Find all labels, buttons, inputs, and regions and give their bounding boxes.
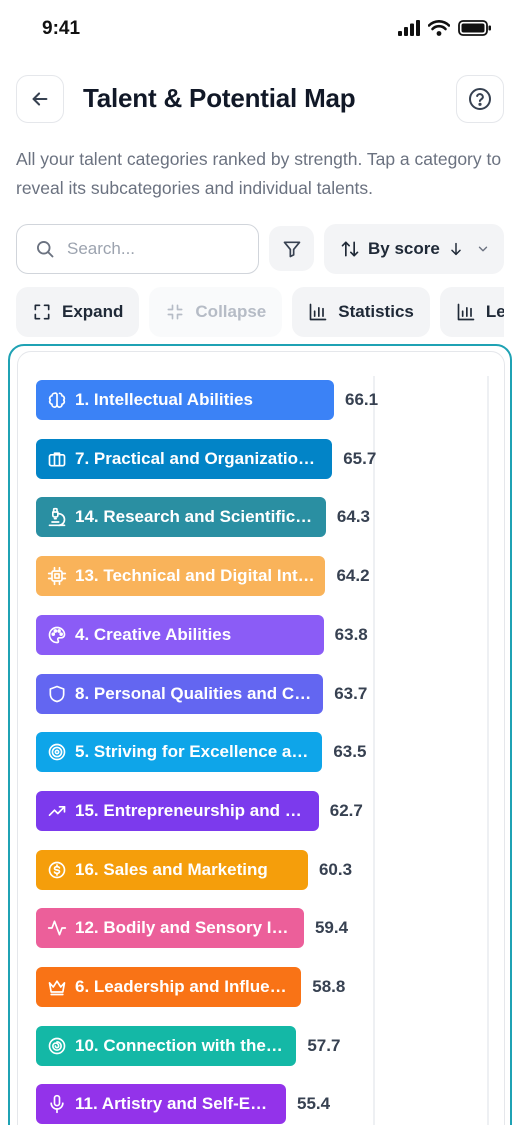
expand-icon: [34, 304, 50, 320]
expand-label: Expand: [62, 302, 124, 321]
category-label: 8. Personal Qualities and Character: [75, 683, 323, 703]
category-label: 11. Artistry and Self-Expression: [75, 1094, 286, 1114]
legend-label: Legend: [485, 302, 504, 321]
category-label: 6. Leadership and Influence: [75, 977, 299, 996]
category-bar[interactable]: 11. Artistry and Self-Expression: [36, 1084, 286, 1125]
cpu-icon: [47, 566, 67, 586]
expand-button[interactable]: Expand: [16, 287, 140, 337]
category-label: 12. Bodily and Sensory Intelligence: [75, 918, 304, 938]
briefcase-icon: [47, 449, 67, 469]
category-list-frame: 1. Intellectual Abilities 66.1 7. Practica…: [8, 344, 512, 1125]
header: Talent & Potential Map: [16, 75, 504, 123]
category-label: 5. Striving for Excellence and Achieveme…: [75, 742, 322, 762]
status-time: 9:41: [42, 18, 81, 39]
collapse-label: Collapse: [195, 302, 267, 321]
help-button[interactable]: [456, 75, 504, 123]
category-label: 16. Sales and Marketing: [75, 859, 268, 879]
category-score: 58.8: [312, 977, 346, 996]
category-label: 7. Practical and Organizational Skills: [75, 448, 332, 468]
category-bar[interactable]: 14. Research and Scientific Inquiry: [36, 497, 326, 538]
trending-up-icon: [47, 801, 67, 821]
category-bar[interactable]: 8. Personal Qualities and Character: [36, 673, 324, 714]
category-list: 1. Intellectual Abilities 66.1 7. Practica…: [17, 351, 505, 1125]
sort-button[interactable]: By score: [324, 224, 504, 274]
status-icons: [398, 20, 492, 36]
category-score: 66.1: [345, 390, 379, 409]
spiral-icon: [47, 1036, 67, 1056]
brain-icon: [47, 390, 67, 410]
category-score: 63.7: [334, 683, 368, 703]
gridline: [373, 376, 375, 1125]
category-bar[interactable]: 4. Creative Abilities: [36, 614, 324, 655]
category-score: 63.5: [333, 742, 367, 762]
palette-icon: [47, 625, 67, 645]
dollar-icon: [47, 860, 67, 880]
sort-label: By score: [368, 239, 440, 258]
signal-icon: [398, 20, 420, 36]
bar-chart-icon: [309, 303, 327, 321]
search-box: [16, 224, 259, 274]
statistics-label: Statistics: [338, 302, 414, 321]
search-icon: [37, 241, 54, 258]
category-label: 15. Entrepreneurship and Business: [75, 800, 319, 820]
toolbar: By score: [16, 224, 504, 274]
gridline: [487, 376, 489, 1125]
filter-button[interactable]: [269, 226, 314, 271]
category-score: 60.3: [318, 859, 353, 879]
actions-bar: Expand Collapse Statistics Legend: [16, 287, 504, 337]
category-score: 64.2: [336, 566, 370, 586]
target-icon: [47, 742, 67, 762]
activity-icon: [47, 918, 67, 938]
category-label: 14. Research and Scientific Inquiry: [75, 507, 326, 527]
chevron-down-icon: [478, 246, 488, 252]
category-label: 13. Technical and Digital Intelligence: [75, 566, 325, 586]
battery-icon: [458, 20, 491, 36]
category-bar[interactable]: 5. Striving for Excellence and Achieveme…: [36, 732, 323, 773]
category-score: 59.4: [314, 918, 349, 938]
back-button[interactable]: [16, 75, 64, 123]
legend-button[interactable]: Legend: [439, 287, 504, 337]
category-score: 63.8: [334, 624, 368, 644]
category-label: 1. Intellectual Abilities: [75, 390, 253, 409]
category-score: 64.3: [336, 507, 371, 527]
category-bar[interactable]: 6. Leadership and Influence: [36, 967, 302, 1007]
category-score: 55.4: [297, 1094, 331, 1114]
category-label: 4. Creative Abilities: [75, 624, 232, 644]
category-bar[interactable]: 13. Technical and Digital Intelligence: [36, 556, 326, 597]
category-bar[interactable]: 1. Intellectual Abilities: [36, 380, 334, 420]
page-description: All your talent categories ranked by str…: [16, 149, 502, 198]
category-bar[interactable]: 12. Bodily and Sensory Intelligence: [36, 908, 304, 949]
help-icon: [469, 88, 491, 110]
arrow-down-icon: [451, 242, 461, 256]
sort-arrows-icon: [341, 241, 359, 257]
category-bar[interactable]: 7. Practical and Organizational Skills: [36, 438, 333, 479]
category-bar[interactable]: 10. Connection with the World: [36, 1025, 297, 1066]
page-title: Talent & Potential Map: [83, 83, 356, 113]
search-input[interactable]: [67, 225, 252, 273]
bar-chart-icon: [457, 303, 475, 321]
category-bar[interactable]: 16. Sales and Marketing: [36, 849, 308, 890]
arrow-left-icon: [32, 92, 48, 106]
collapse-button[interactable]: Collapse: [149, 287, 283, 337]
statistics-button[interactable]: Statistics: [292, 287, 430, 337]
crown-icon: [47, 977, 67, 997]
category-bar[interactable]: 15. Entrepreneurship and Business: [36, 790, 319, 831]
filter-icon: [283, 241, 300, 257]
microscope-icon: [47, 507, 67, 527]
category-score: 57.7: [307, 1035, 341, 1055]
collapse-icon: [167, 304, 183, 320]
shield-icon: [47, 684, 67, 704]
status-bar: 9:41: [0, 0, 520, 60]
wifi-icon: [428, 20, 450, 36]
category-score: 65.7: [343, 448, 377, 468]
microphone-icon: [47, 1094, 67, 1114]
category-score: 62.7: [329, 800, 363, 820]
category-label: 10. Connection with the World: [75, 1035, 297, 1055]
